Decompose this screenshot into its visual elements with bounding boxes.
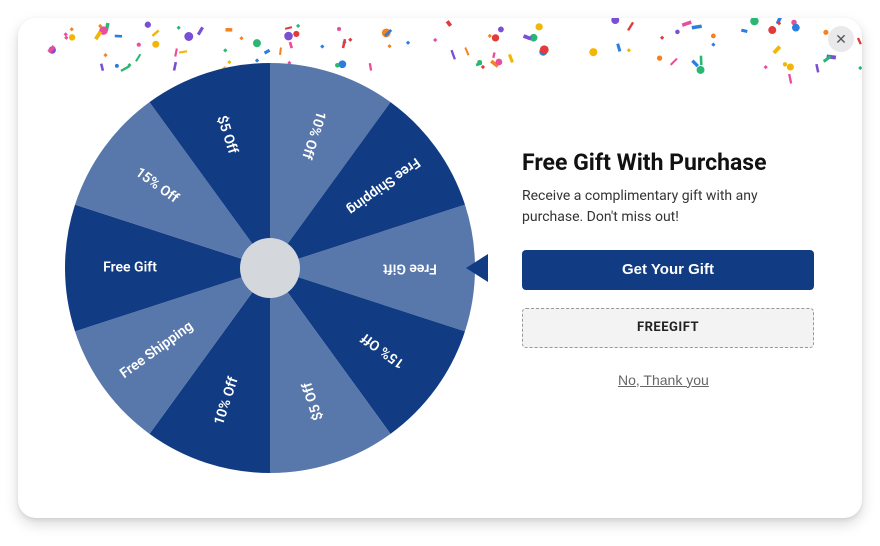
close-icon: ✕ (835, 32, 847, 46)
coupon-code-box[interactable]: FREEGIFT (522, 308, 814, 348)
wheel-pointer-icon (466, 254, 488, 282)
decline-link[interactable]: No, Thank you (618, 372, 709, 388)
get-gift-button[interactable]: Get Your Gift (522, 250, 814, 290)
promo-title: Free Gift With Purchase (522, 149, 822, 176)
wheel-slice-label: Free Gift (103, 260, 157, 276)
wheel-hub (240, 238, 300, 298)
prize-wheel: Free Gift15% Off$5 Off10% OffFree Shippi… (60, 58, 480, 478)
promo-modal: ✕ Free Gift15% Off$5 Off10% OffFree Ship… (18, 18, 862, 518)
promo-subtitle: Receive a complimentary gift with any pu… (522, 186, 822, 228)
wheel-slice-label: Free Gift (383, 260, 437, 276)
close-button[interactable]: ✕ (828, 26, 854, 52)
